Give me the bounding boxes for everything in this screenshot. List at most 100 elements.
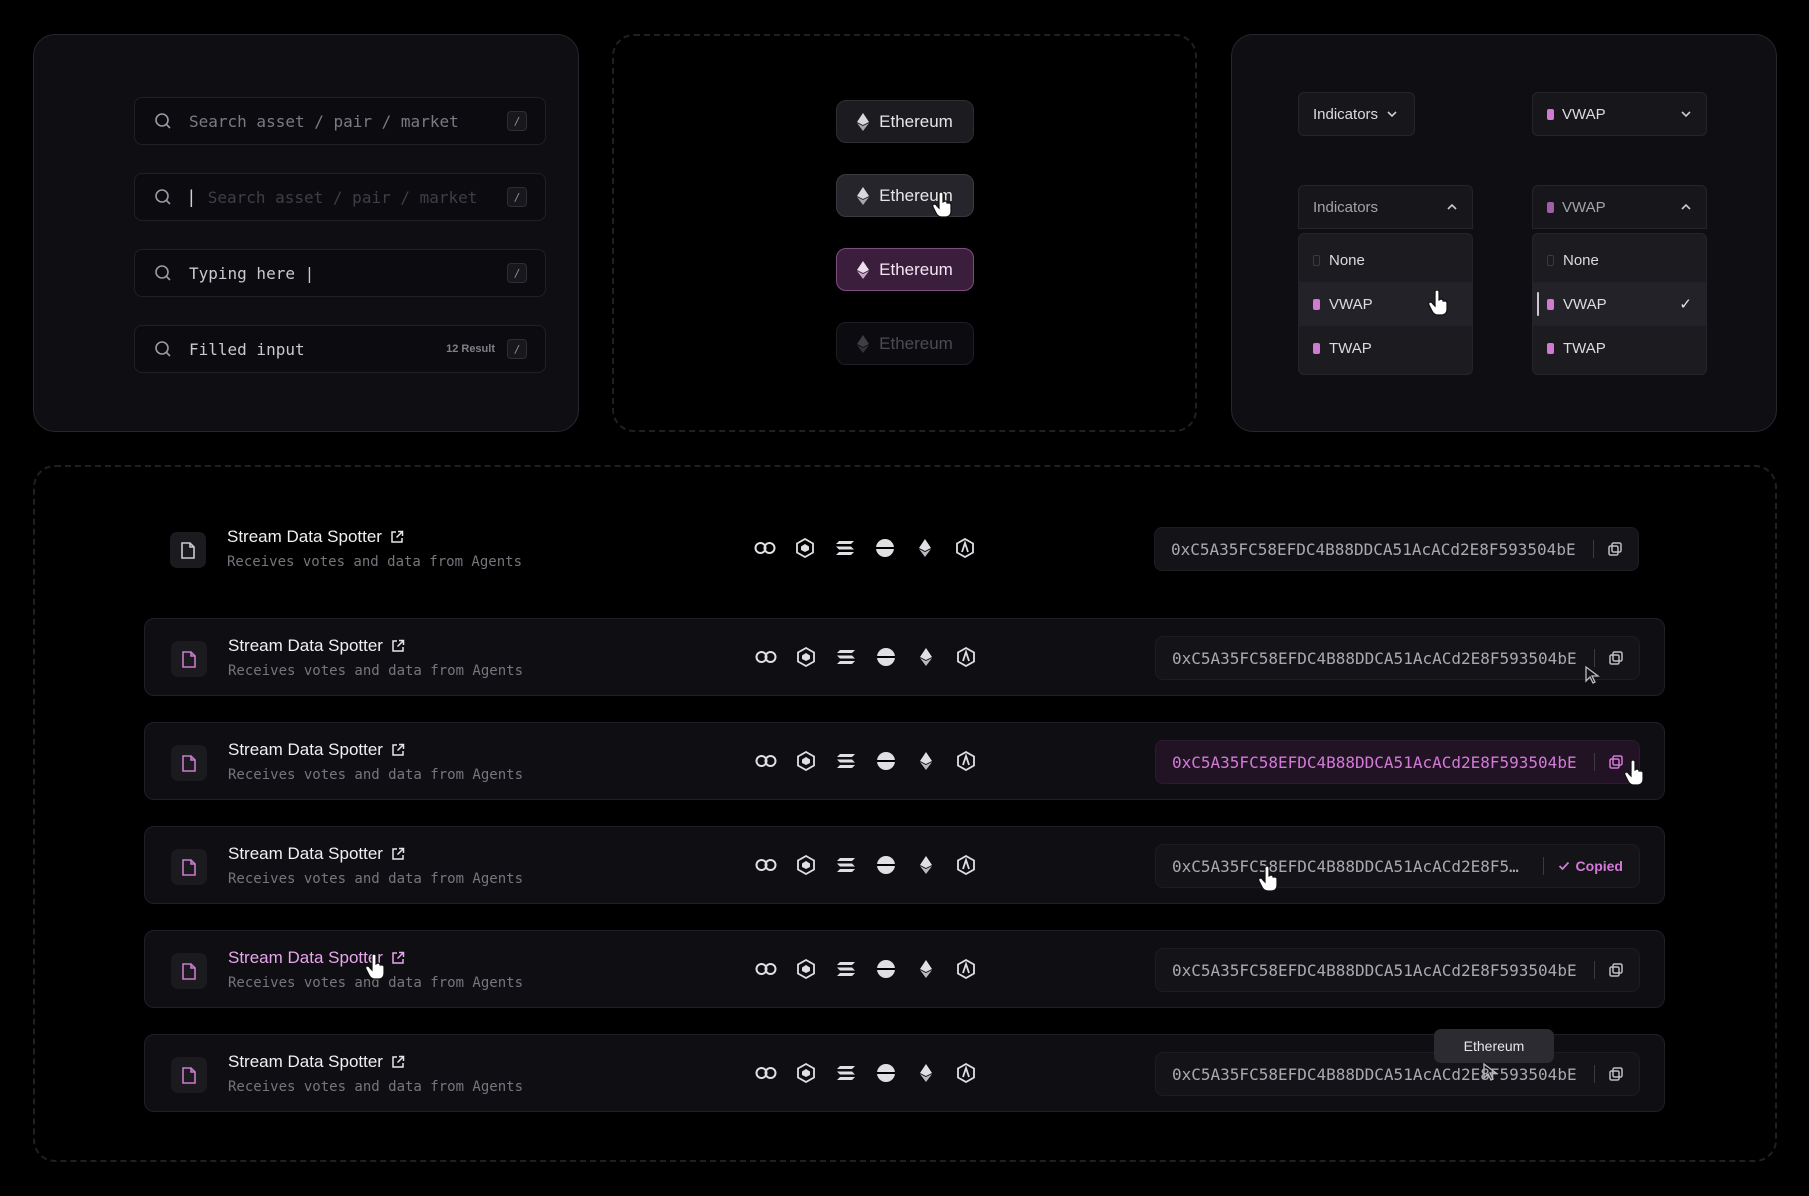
address-field[interactable]: 0xC5A35FC58EFDC4B88DDCA51AcACd2E8F593504…	[1155, 948, 1640, 992]
chainlink-icon	[755, 1062, 777, 1084]
copy-icon[interactable]	[1609, 755, 1623, 769]
stream-row[interactable]: Stream Data Spotter Receives votes and da…	[144, 510, 1665, 588]
external-link-icon	[392, 639, 405, 652]
search-input-typing[interactable]: Typing here | /	[134, 249, 546, 297]
search-icon	[155, 265, 171, 281]
hand-cursor-icon	[365, 954, 385, 980]
stream-row[interactable]: Stream Data Spotter Receives votes and da…	[144, 722, 1665, 800]
divider	[1594, 1065, 1595, 1083]
address-field[interactable]: 0xC5A35FC58EFDC4B88DDCA51AcACd2E8F593504…	[1154, 527, 1639, 571]
stream-title: Stream Data Spotter	[228, 948, 383, 967]
ethereum-icon	[915, 750, 937, 772]
hand-cursor-icon	[1428, 290, 1448, 316]
dropdown-label: VWAP	[1562, 105, 1606, 123]
slash-shortcut-key: /	[507, 111, 527, 131]
menu-item-label: TWAP	[1563, 339, 1606, 357]
stream-row[interactable]: Stream Data Spotter Receives votes and da…	[144, 618, 1665, 696]
vwap-dropdown-open[interactable]: VWAP	[1532, 185, 1707, 229]
ethereum-icon	[857, 186, 870, 205]
solana-icon	[835, 1062, 857, 1084]
indicators-dropdown-open[interactable]: Indicators	[1298, 185, 1473, 229]
divider	[1594, 753, 1595, 771]
check-icon: ✓	[1679, 296, 1692, 313]
address-field[interactable]: 0xC5A35FC58EFDC4B88DDCA51AcACd2E8F593504…	[1155, 1052, 1640, 1096]
menu-item-vwap-selected[interactable]: VWAP ✓	[1533, 282, 1706, 326]
external-link-icon	[392, 847, 405, 860]
copy-icon[interactable]	[1609, 1067, 1623, 1081]
copy-icon[interactable]	[1609, 651, 1623, 665]
chainlink-icon	[755, 958, 777, 980]
ethereum-icon	[857, 112, 870, 131]
result-count: 12 Result	[446, 343, 495, 355]
address-field[interactable]: 0xC5A35FC58EFDC4B88DDCA51AcACd2E8F593504…	[1155, 740, 1640, 784]
contract-address: 0xC5A35FC58EFDC4B88DDCA51AcACd2E8F593504…	[1172, 1064, 1577, 1084]
stream-title: Stream Data Spotter	[228, 1052, 383, 1071]
hand-cursor-icon	[932, 192, 952, 218]
chevron-up-icon	[1447, 203, 1457, 210]
menu-item-twap[interactable]: TWAP	[1299, 326, 1472, 370]
stream-description: Receives votes and data from Agents	[228, 663, 524, 679]
empty-swatch	[1313, 254, 1320, 266]
search-icon	[155, 113, 171, 129]
dropdown-label: Indicators	[1313, 105, 1379, 123]
binance-icon	[795, 1062, 817, 1084]
address-field[interactable]: 0xC5A35FC58EFDC4B88DDCA51AcACd2E8F5… Copi…	[1155, 844, 1640, 888]
chevron-up-icon	[1681, 203, 1691, 210]
search-input-focused[interactable]: | Search asset / pair / market /	[134, 173, 546, 221]
hand-cursor-icon	[1258, 866, 1278, 892]
ethereum-icon	[915, 854, 937, 876]
contract-address: 0xC5A35FC58EFDC4B88DDCA51AcACd2E8F593504…	[1172, 960, 1577, 980]
vwap-color-swatch	[1547, 108, 1554, 120]
copy-icon[interactable]	[1609, 963, 1623, 977]
search-input-default[interactable]: Search asset / pair / market /	[134, 97, 546, 145]
chainlink-icon	[755, 750, 777, 772]
document-icon	[170, 532, 206, 568]
stream-description: Receives votes and data from Agents	[227, 554, 523, 570]
arbitrum-icon	[955, 958, 977, 980]
menu-item-label: None	[1329, 251, 1365, 269]
stream-title: Stream Data Spotter	[228, 636, 383, 655]
ethereum-icon	[915, 958, 937, 980]
vwap-dropdown-closed[interactable]: VWAP	[1532, 92, 1707, 136]
chain-icons	[755, 854, 977, 876]
stream-title-link[interactable]: Stream Data Spotter	[228, 740, 405, 760]
binance-icon	[794, 537, 816, 559]
contract-address: 0xC5A35FC58EFDC4B88DDCA51AcACd2E8F593504…	[1172, 752, 1577, 772]
solana-icon	[835, 958, 857, 980]
ethereum-chip-default[interactable]: Ethereum	[836, 100, 974, 143]
menu-item-none[interactable]: None	[1533, 238, 1706, 282]
address-field[interactable]: 0xC5A35FC58EFDC4B88DDCA51AcACd2E8F593504…	[1155, 636, 1640, 680]
document-icon	[171, 953, 207, 989]
search-input-filled[interactable]: Filled input 12 Result /	[134, 325, 546, 373]
menu-item-label: None	[1563, 251, 1599, 269]
chainlink-icon	[755, 646, 777, 668]
stream-title-link[interactable]: Stream Data Spotter	[227, 527, 404, 547]
document-icon	[171, 745, 207, 781]
ethereum-chip-active[interactable]: Ethereum	[836, 248, 974, 291]
chip-label: Ethereum	[879, 259, 953, 279]
search-icon	[155, 341, 171, 357]
arrow-cursor-icon	[1483, 1062, 1498, 1081]
search-value: Filled input	[189, 339, 305, 359]
contract-address: 0xC5A35FC58EFDC4B88DDCA51AcACd2E8F593504…	[1172, 648, 1577, 668]
stream-description: Receives votes and data from Agents	[228, 1079, 524, 1095]
arbitrum-icon	[954, 537, 976, 559]
ethereum-icon	[857, 260, 870, 279]
stream-title-link[interactable]: Stream Data Spotter	[228, 1052, 405, 1072]
solana-icon	[835, 854, 857, 876]
menu-item-none[interactable]: None	[1299, 238, 1472, 282]
chain-icons	[755, 750, 977, 772]
search-icon	[155, 189, 171, 205]
twap-color-swatch	[1313, 342, 1320, 354]
indicators-dropdown-closed[interactable]: Indicators	[1298, 92, 1415, 136]
arbitrum-icon	[955, 646, 977, 668]
ethereum-chip-disabled: Ethereum	[836, 322, 974, 365]
copy-icon[interactable]	[1608, 542, 1622, 556]
menu-item-twap[interactable]: TWAP	[1533, 326, 1706, 370]
stream-row[interactable]: Stream Data Spotter Receives votes and da…	[144, 826, 1665, 904]
vwap-color-swatch	[1313, 298, 1320, 310]
ethereum-icon	[915, 646, 937, 668]
stream-title-link[interactable]: Stream Data Spotter	[228, 844, 405, 864]
text-caret: |	[189, 186, 194, 207]
stream-title-link[interactable]: Stream Data Spotter	[228, 636, 405, 656]
